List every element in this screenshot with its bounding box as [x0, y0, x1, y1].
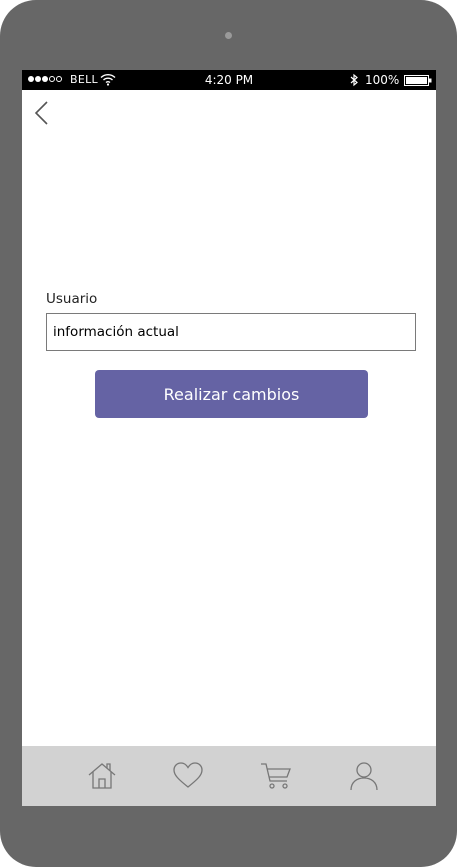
submit-changes-button[interactable]: Realizar cambios [95, 370, 368, 418]
cart-icon[interactable] [260, 760, 292, 792]
username-label: Usuario [46, 291, 98, 307]
bottom-tab-bar [22, 746, 436, 806]
status-bar: BELL 4:20 PM 100% [22, 70, 436, 90]
user-icon[interactable] [348, 760, 380, 792]
battery-icon [404, 75, 432, 86]
username-input[interactable] [46, 313, 416, 351]
battery-percent: 100% [365, 73, 400, 87]
phone-screen: BELL 4:20 PM 100% Usuario Realizar c [22, 70, 436, 806]
home-icon[interactable] [86, 760, 118, 792]
heart-icon[interactable] [172, 760, 204, 792]
chevron-left-icon[interactable] [31, 98, 53, 128]
bluetooth-icon [350, 73, 358, 87]
camera-dot [225, 32, 232, 39]
phone-frame: BELL 4:20 PM 100% Usuario Realizar c [0, 0, 457, 867]
